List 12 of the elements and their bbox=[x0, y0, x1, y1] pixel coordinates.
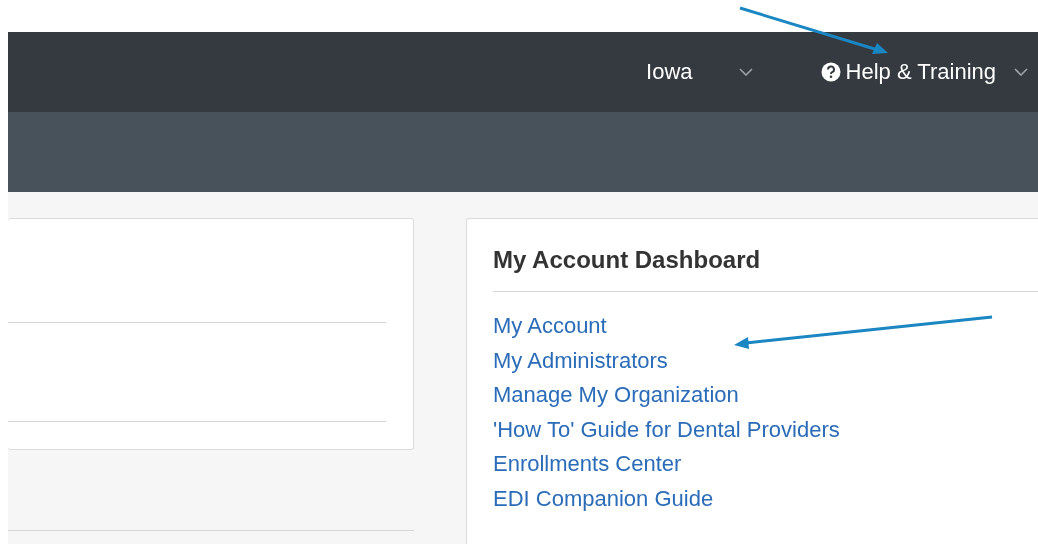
card-title: My Account Dashboard bbox=[493, 245, 762, 275]
chevron-down-icon bbox=[1014, 68, 1028, 76]
nav-menu[interactable]: Iowa bbox=[646, 59, 753, 85]
dashboard-link[interactable]: 'How To' Guide for Dental Providers bbox=[493, 412, 840, 447]
nav-menu[interactable]: Help & Training bbox=[820, 59, 1028, 85]
dashboard-link[interactable]: My Account bbox=[493, 309, 607, 344]
dashboard-link[interactable]: EDI Companion Guide bbox=[493, 481, 714, 516]
dashboard-link[interactable]: Manage My Organization bbox=[493, 378, 739, 413]
help-icon bbox=[820, 62, 841, 82]
chevron-down-icon bbox=[738, 68, 753, 76]
dashboard-link[interactable]: My Administrators bbox=[493, 343, 668, 378]
dashboard-link[interactable]: Enrollments Center bbox=[493, 447, 682, 482]
